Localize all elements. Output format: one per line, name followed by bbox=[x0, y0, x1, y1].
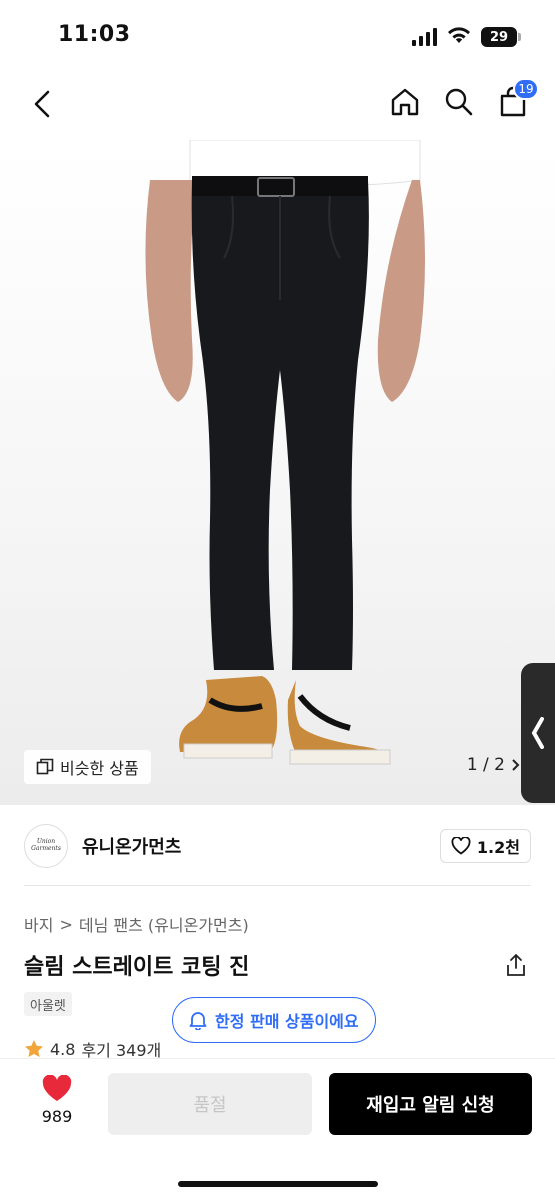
bottom-action-bar: 989 품절 재입고 알림 신청 bbox=[0, 1058, 555, 1200]
status-bar: 11:03 29 bbox=[0, 0, 555, 72]
search-button[interactable] bbox=[441, 84, 477, 120]
share-button[interactable] bbox=[501, 950, 531, 980]
limited-sale-notice: 한정 판매 상품이에요 bbox=[172, 997, 376, 1043]
similar-products-button[interactable]: 비슷한 상품 bbox=[24, 750, 151, 784]
breadcrumb-category[interactable]: 바지 bbox=[24, 912, 53, 936]
soldout-button: 품절 bbox=[108, 1073, 312, 1135]
star-icon bbox=[25, 1040, 43, 1057]
cellular-signal-icon bbox=[412, 28, 437, 46]
status-time: 11:03 bbox=[58, 22, 131, 47]
brand-logo[interactable]: Union Garments bbox=[24, 823, 68, 868]
chevron-left-icon bbox=[531, 717, 544, 749]
home-icon bbox=[391, 88, 419, 116]
similar-products-label: 비슷한 상품 bbox=[60, 759, 139, 778]
home-button[interactable] bbox=[387, 84, 423, 120]
status-icons: 29 bbox=[412, 26, 521, 48]
home-indicator bbox=[178, 1181, 378, 1187]
brand-row: Union Garments 유니온가먼츠 1.2천 bbox=[24, 806, 531, 886]
carousel-page-indicator[interactable]: 1 / 2 bbox=[467, 755, 521, 775]
restock-alert-button[interactable]: 재입고 알림 신청 bbox=[329, 1073, 532, 1135]
search-icon bbox=[445, 88, 473, 116]
copy-icon bbox=[36, 758, 54, 775]
bell-icon bbox=[189, 1012, 207, 1030]
outlet-tag: 아울렛 bbox=[24, 992, 72, 1016]
share-icon bbox=[507, 954, 525, 976]
product-photo bbox=[145, 140, 425, 765]
wifi-icon bbox=[447, 26, 471, 48]
product-image-carousel[interactable]: 비슷한 상품 1 / 2 bbox=[0, 140, 555, 805]
battery-icon: 29 bbox=[481, 27, 521, 47]
nav-actions: 19 bbox=[387, 78, 539, 120]
page-indicator-text: 1 / 2 bbox=[466, 755, 505, 775]
breadcrumb-separator: > bbox=[59, 914, 73, 934]
chevron-right-icon bbox=[512, 759, 520, 771]
heart-filled-icon bbox=[42, 1075, 72, 1101]
rating-value: 4.8 bbox=[50, 1039, 76, 1059]
review-count: 후기 349개 bbox=[81, 1041, 162, 1059]
breadcrumb-subcategory[interactable]: 데님 팬츠 (유니온가먼츠) bbox=[79, 912, 249, 936]
wishlist-button[interactable]: 989 bbox=[30, 1075, 84, 1126]
rating-row[interactable]: 4.8 후기 349개 bbox=[24, 1039, 161, 1059]
top-nav-bar: 19 bbox=[0, 72, 555, 140]
back-button[interactable] bbox=[24, 86, 60, 122]
heart-outline-icon bbox=[451, 836, 471, 855]
brand-like-button[interactable]: 1.2천 bbox=[439, 828, 531, 863]
brand-like-count: 1.2천 bbox=[476, 837, 520, 857]
cart-count-badge: 19 bbox=[513, 78, 539, 100]
limited-sale-text: 한정 판매 상품이에요 bbox=[215, 1012, 359, 1031]
product-title: 슬림 스트레이트 코팅 진 bbox=[24, 955, 250, 980]
breadcrumb: 바지 > 데님 팬츠 (유니온가먼츠) bbox=[24, 912, 249, 936]
brand-name[interactable]: 유니온가먼츠 bbox=[82, 833, 181, 859]
chevron-left-icon bbox=[34, 90, 50, 118]
side-panel-handle[interactable] bbox=[521, 663, 555, 803]
cart-button[interactable]: 19 bbox=[495, 78, 539, 120]
wishlist-count: 989 bbox=[41, 1107, 73, 1126]
